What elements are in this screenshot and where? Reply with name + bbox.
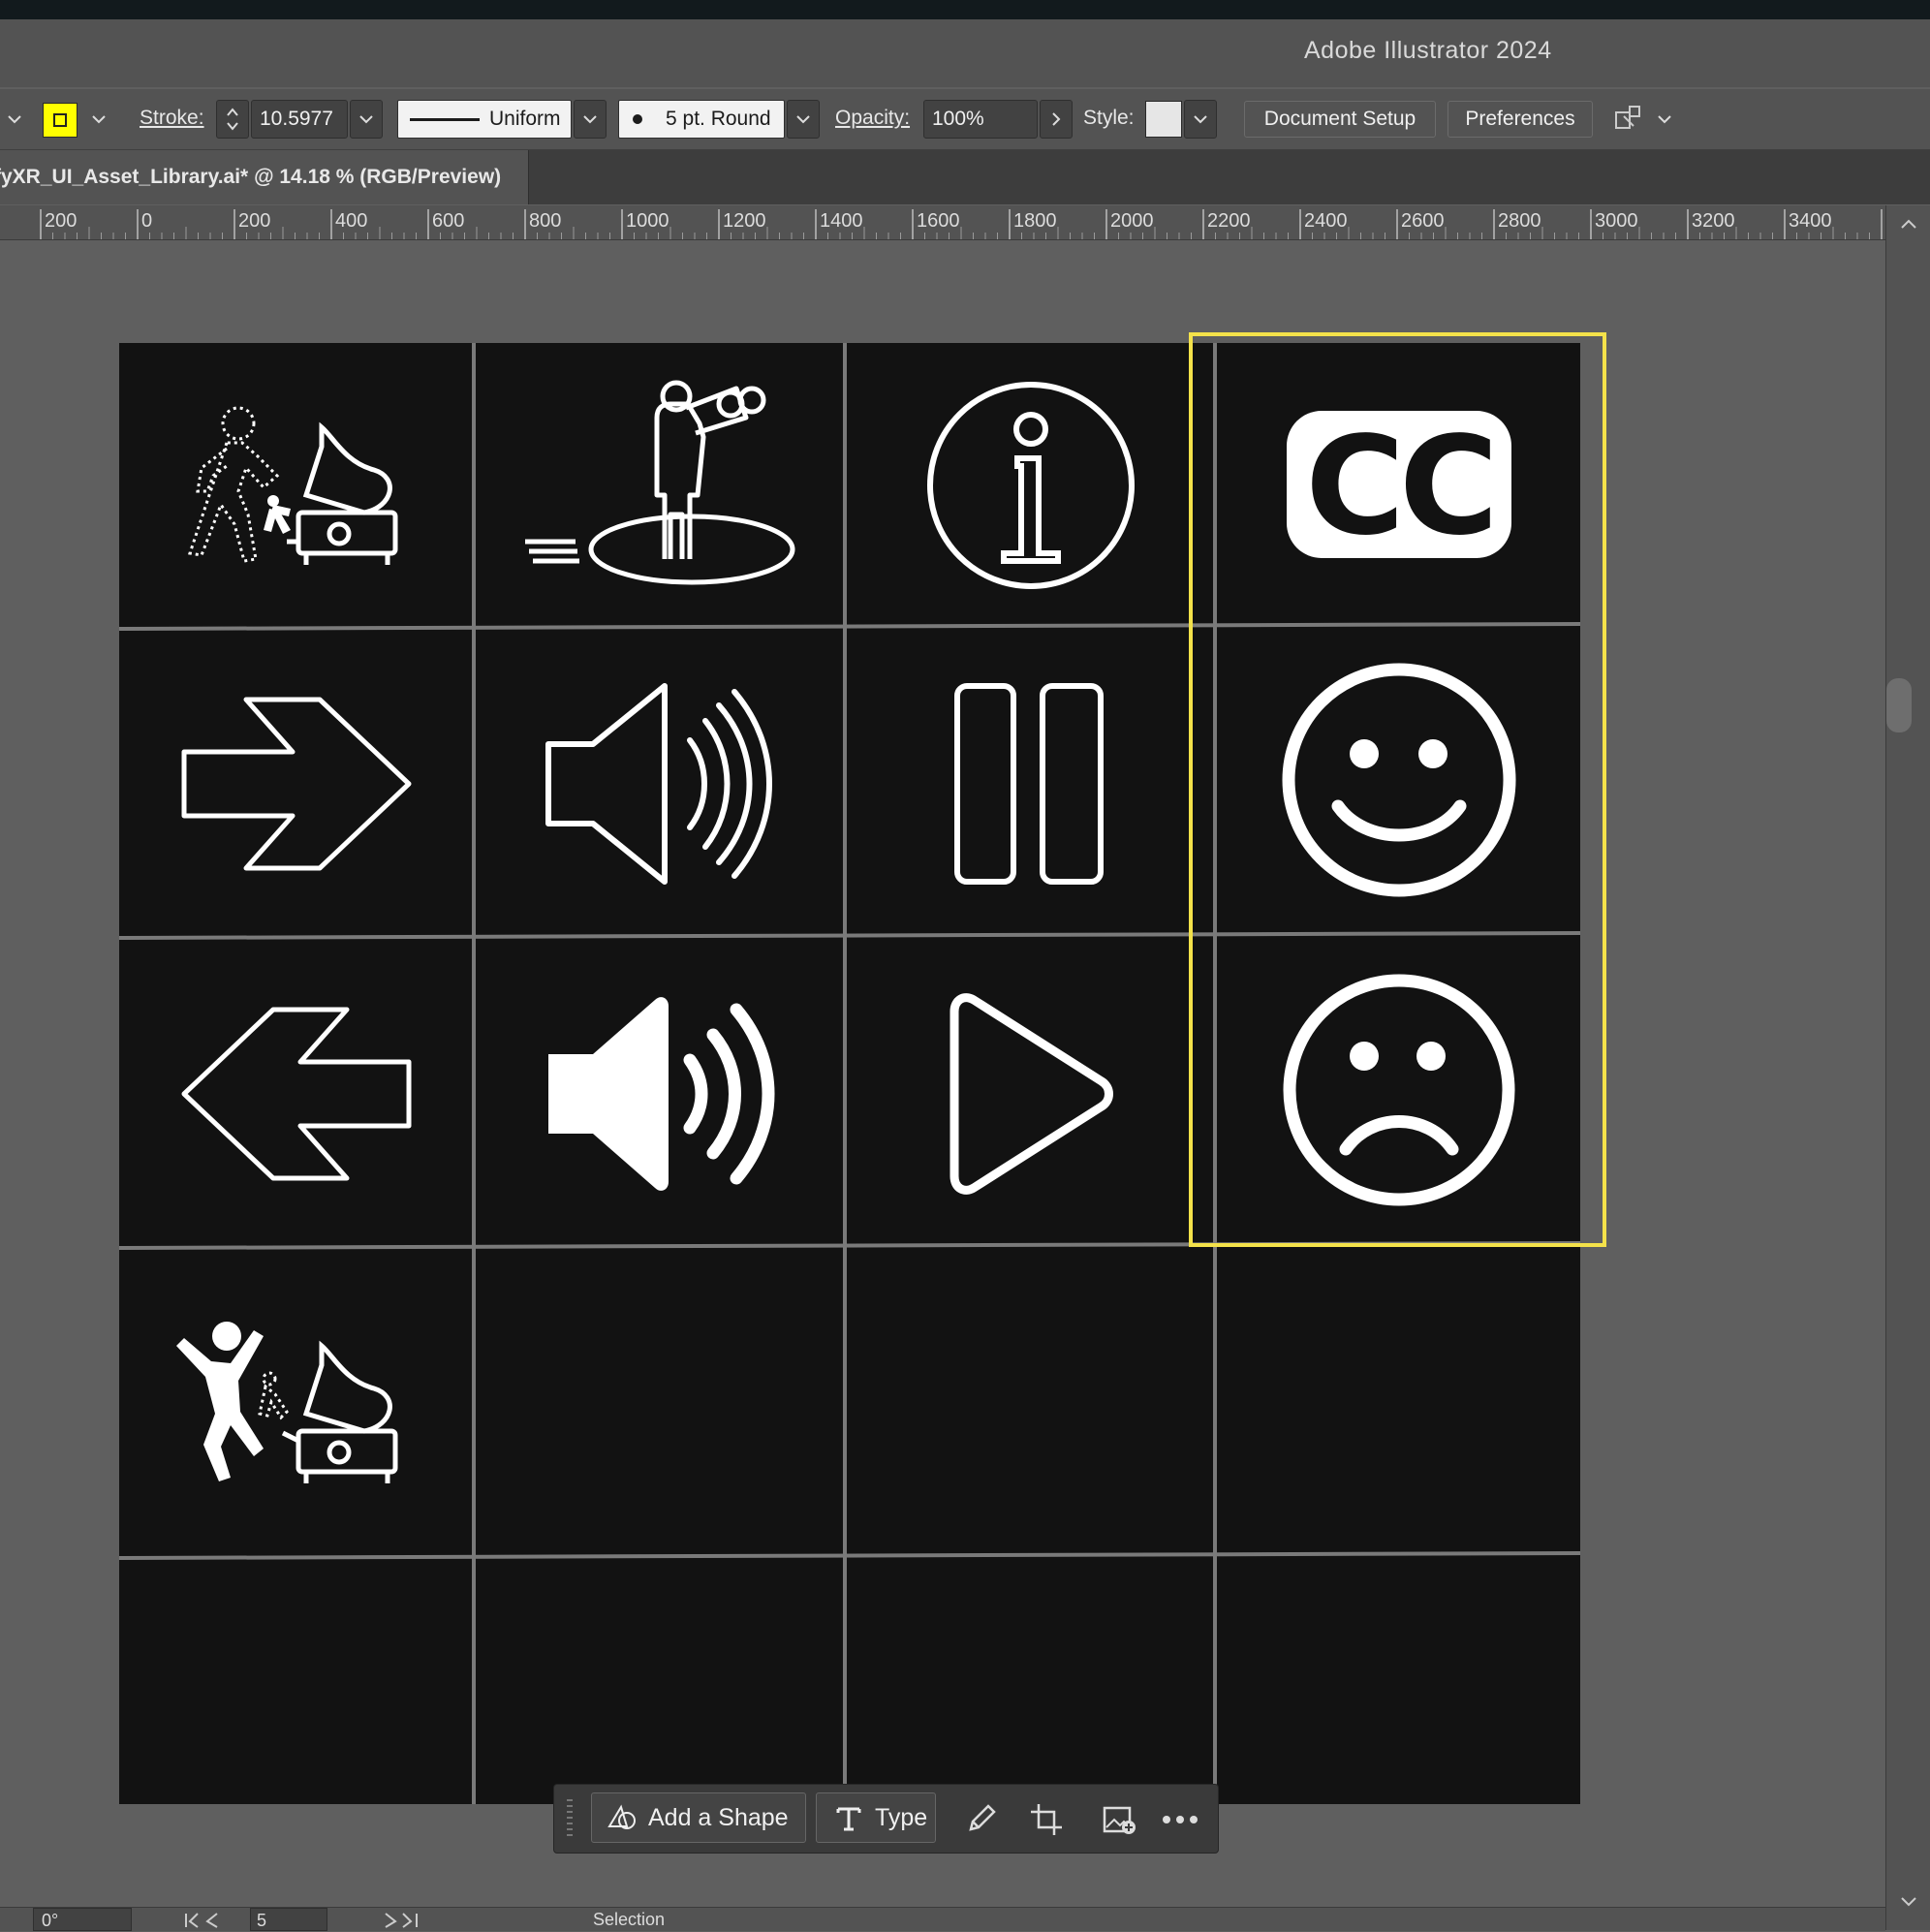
ruler-label: 400 [335, 210, 368, 232]
brush-value: 5 pt. Round [666, 108, 771, 130]
status-bar: 0° 5 Selection [0, 1907, 1885, 1931]
stroke-profile-select[interactable]: Uniform [397, 100, 572, 139]
scroll-down-chevron-icon[interactable] [1899, 1895, 1918, 1909]
arrow-right-outline-icon [181, 697, 412, 870]
brush-dropdown[interactable] [787, 100, 820, 139]
style-dropdown[interactable] [1184, 100, 1217, 139]
shape-icon [607, 1804, 636, 1829]
ruler-label: 1000 [626, 210, 669, 232]
first-artboard-icon[interactable] [184, 1912, 223, 1932]
style-label: Style: [1083, 107, 1135, 129]
ruler-label: 1200 [723, 210, 766, 232]
ruler-label: 800 [529, 210, 562, 232]
ruler-label: 1600 [917, 210, 960, 232]
top-strip [0, 0, 1930, 19]
asset-binoculars-lookout[interactable] [476, 343, 845, 627]
arrow-left-outline-icon [181, 1007, 412, 1181]
asset-dancing-gramophone[interactable] [119, 1250, 474, 1558]
ruler-label: 600 [432, 210, 465, 232]
add-a-shape-label: Add a Shape [648, 1803, 789, 1831]
app-title: Adobe Illustrator 2024 [1304, 37, 1552, 64]
pencil-icon[interactable] [965, 1802, 998, 1835]
asset-arrow-right[interactable] [119, 629, 474, 938]
stroke-label[interactable]: Stroke: [140, 107, 204, 130]
ruler-label: 2000 [1110, 210, 1154, 232]
walking-to-gramophone-outline-icon [188, 406, 398, 565]
asset-info[interactable] [847, 343, 1215, 627]
asset-speaker-filled[interactable] [476, 940, 845, 1248]
ruler-label: 2600 [1401, 210, 1445, 232]
stroke-weight-input[interactable]: 10.5977 [251, 100, 348, 139]
ruler-label: 0 [141, 210, 153, 232]
last-artboard-icon[interactable] [380, 1912, 419, 1932]
fill-color-swatch[interactable] [43, 103, 78, 138]
crop-artboard-icon[interactable] [1029, 1802, 1064, 1837]
selection-bounding-box[interactable] [1189, 332, 1606, 1247]
brush-select[interactable]: 5 pt. Round [618, 100, 785, 139]
ruler-label: 3200 [1692, 210, 1735, 232]
stroke-color-chevron-icon[interactable] [86, 107, 111, 132]
scroll-up-chevron-icon[interactable] [1899, 217, 1918, 231]
ruler-label: 2400 [1304, 210, 1348, 232]
document-tab[interactable]: fyXR_UI_Asset_Library.ai* @ 14.18 % (RGB… [0, 150, 529, 204]
asset-arrow-left[interactable] [119, 940, 474, 1248]
stroke-stepper[interactable] [216, 100, 249, 139]
asset-pause[interactable] [847, 629, 1215, 938]
document-tab-title: fyXR_UI_Asset_Library.ai* @ 14.18 % (RGB… [0, 166, 502, 188]
place-image-icon[interactable] [1103, 1802, 1137, 1837]
vertical-scrollbar[interactable] [1885, 205, 1930, 1930]
control-bar: Stroke: 10.5977 Uniform 5 pt. Round Opac… [0, 89, 1930, 150]
ruler-label: 200 [238, 210, 271, 232]
type-button[interactable]: Type [816, 1792, 936, 1843]
speaker-volume-outline-icon [545, 682, 772, 885]
binoculars-lookout-icon [524, 380, 794, 584]
stroke-profile-dropdown[interactable] [574, 100, 607, 139]
graphic-style-swatch[interactable] [1145, 101, 1182, 138]
ruler-label: 2800 [1498, 210, 1541, 232]
play-outline-icon [949, 993, 1113, 1195]
preferences-button[interactable]: Preferences [1448, 101, 1593, 138]
ruler-label: 200 [45, 210, 78, 232]
arrange-dropdown-chevron-icon[interactable] [1652, 107, 1677, 132]
artboard-number-input[interactable]: 5 [250, 1908, 327, 1931]
asset-play[interactable] [847, 940, 1215, 1248]
opacity-arrow[interactable] [1040, 100, 1073, 139]
ruler-label: 1400 [820, 210, 863, 232]
pause-outline-icon [954, 682, 1104, 885]
asset-walking-gramophone[interactable] [119, 343, 474, 627]
ruler-label: 3400 [1789, 210, 1832, 232]
more-options-icon[interactable] [1161, 1810, 1199, 1829]
round-brush-icon [633, 114, 642, 124]
scroll-thumb[interactable] [1886, 678, 1912, 732]
stroke-weight-dropdown[interactable] [350, 100, 383, 139]
drag-handle[interactable] [566, 1798, 574, 1841]
opacity-label[interactable]: Opacity: [835, 107, 910, 130]
speaker-volume-filled-icon [547, 997, 774, 1191]
opacity-input[interactable]: 100% [923, 100, 1038, 139]
ruler-label: 3000 [1595, 210, 1638, 232]
dancing-to-gramophone-icon [176, 1322, 398, 1483]
arrange-documents-icon[interactable] [1612, 103, 1645, 136]
stroke-profile-value: Uniform [489, 108, 561, 130]
info-circle-icon [927, 381, 1135, 589]
type-label: Type [875, 1803, 928, 1831]
fill-dropdown-chevron-icon[interactable] [2, 107, 27, 132]
asset-speaker-outline[interactable] [476, 629, 845, 938]
title-bar: Adobe Illustrator 2024 [0, 19, 1930, 87]
document-setup-button[interactable]: Document Setup [1244, 101, 1436, 138]
ruler-label: 2200 [1207, 210, 1251, 232]
horizontal-ruler[interactable]: 200 0 200 400 600 800 1000 1200 1400 1600 1800 2000… [0, 205, 1885, 240]
rotation-input[interactable]: 0° [33, 1908, 132, 1931]
current-tool-label: Selection [593, 1910, 666, 1929]
ruler-label: 1800 [1013, 210, 1057, 232]
type-icon [836, 1807, 861, 1831]
contextual-task-bar: Add a Shape Type [553, 1784, 1219, 1854]
add-a-shape-button[interactable]: Add a Shape [591, 1792, 806, 1843]
uniform-line-icon [410, 117, 480, 121]
